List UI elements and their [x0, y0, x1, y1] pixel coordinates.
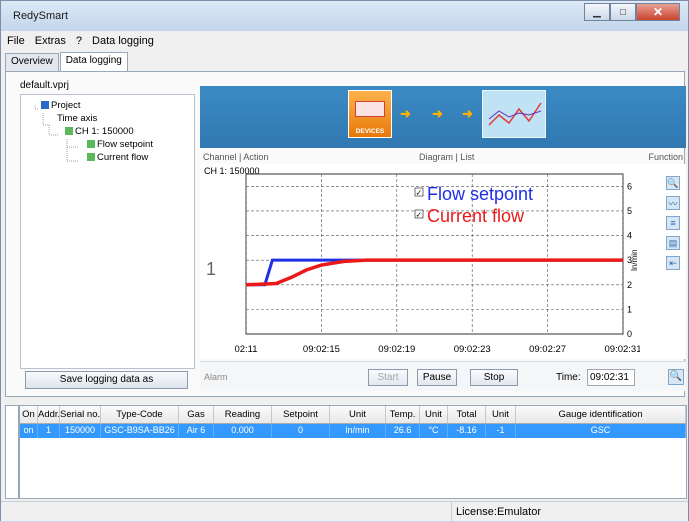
y-tick-label: 5: [627, 206, 632, 216]
column-header[interactable]: Total: [448, 406, 486, 423]
column-header[interactable]: Unit: [420, 406, 448, 423]
table-icon[interactable]: ▤: [666, 236, 680, 250]
chart-toolbar: 🔍 〰 ≡ ▤ ⇤: [666, 176, 682, 276]
menu-data-logging[interactable]: Data logging: [92, 33, 154, 49]
table-cell: GSC-B9SA-BB26: [101, 424, 179, 438]
table-cell: Air 6: [179, 424, 214, 438]
tab-data-logging[interactable]: Data logging: [59, 52, 128, 71]
list-icon[interactable]: ≡: [666, 216, 680, 230]
table-body: on 1 150000 GSC-B9SA-BB26 Air 6 0.000 0 ln/min 2…: [20, 424, 686, 438]
column-header[interactable]: Serial no.: [60, 406, 101, 423]
x-tick-label: 09:02:31: [605, 344, 640, 355]
menu-extras[interactable]: Extras: [35, 33, 66, 49]
main-window: RedySmart ▁ □ ✕ File Extras ? Data loggi…: [0, 0, 689, 522]
workflow-banner: DEVICES ➜ ➜ ➜: [200, 86, 686, 148]
arrow-right-icon: ➜: [462, 106, 473, 121]
column-header[interactable]: Unit: [330, 406, 386, 423]
chart-area: CH 1: 150000 1 02:11 09:02:15 09:02:19 09:0…: [200, 164, 686, 359]
project-file-name: default.vprj: [20, 80, 69, 91]
table-cell: GSC: [516, 424, 686, 438]
flow-chart: 02:11 09:02:15 09:02:19 09:02:23 09:02:27 09:…: [234, 173, 640, 355]
column-header[interactable]: Reading: [214, 406, 272, 423]
table-cell: 1: [38, 424, 60, 438]
column-header[interactable]: Gauge identification: [516, 406, 686, 423]
alarm-label: Alarm: [204, 372, 228, 382]
check-icon: ✓: [416, 189, 423, 198]
minimize-button[interactable]: ▁: [584, 3, 610, 21]
table-gutter: [5, 405, 19, 499]
x-tick-label: 09:02:27: [529, 344, 566, 355]
project-panel: default.vprj Project Time axis CH 1: 150…: [20, 80, 195, 373]
table-cell: 0: [272, 424, 330, 438]
column-header[interactable]: Gas: [179, 406, 214, 423]
control-bar: Alarm Start Pause Stop Time: 09:02:31 🔍: [200, 361, 686, 391]
chart-icon[interactable]: 〰: [666, 196, 680, 210]
y-tick-label: 4: [627, 231, 632, 241]
section-headers: Channel | Action Diagram | List Function: [203, 152, 685, 164]
channel-action-header: Channel | Action: [203, 152, 269, 162]
column-header[interactable]: Addr.: [38, 406, 60, 423]
legend-label: Current flow: [427, 206, 525, 226]
y-tick-label: 6: [627, 181, 632, 191]
table-cell: -1: [486, 424, 516, 438]
menu-bar: File Extras ? Data logging: [1, 33, 688, 49]
stop-button[interactable]: Stop: [470, 369, 518, 386]
diagram-list-header[interactable]: Diagram | List: [419, 152, 474, 162]
table-cell: 26.6: [386, 424, 420, 438]
tree-lines: [34, 105, 79, 162]
series-line-1: [245, 258, 623, 287]
close-button[interactable]: ✕: [636, 3, 680, 21]
column-header[interactable]: Temp.: [386, 406, 420, 423]
y-tick-label: 0: [627, 329, 632, 339]
x-tick-label: 09:02:19: [378, 344, 415, 355]
y-tick-label: 2: [627, 280, 632, 290]
table-cell: 150000: [60, 424, 101, 438]
license-status: License:Emulator: [451, 502, 541, 522]
column-header[interactable]: Setpoint: [272, 406, 330, 423]
table-cell: ln/min: [330, 424, 386, 438]
status-bar: License:Emulator: [1, 501, 688, 522]
legend-label: Flow setpoint: [427, 184, 533, 204]
tab-strip: Overview Data logging: [5, 52, 129, 71]
x-tick-label: 02:11: [234, 344, 257, 355]
zoom-search-icon[interactable]: 🔍: [668, 369, 684, 385]
window-title: RedySmart: [13, 10, 69, 22]
table-header: On Addr. Serial no. Type-Code Gas Reading Setp…: [20, 406, 686, 424]
y-tick-label: 1: [627, 304, 632, 314]
axis-icon[interactable]: ⇤: [666, 256, 680, 270]
project-tree: Project Time axis CH 1: 150000 Flow setp…: [20, 94, 195, 369]
time-value: 09:02:31: [587, 369, 635, 386]
device-table: On Addr. Serial no. Type-Code Gas Reading Setp…: [19, 405, 687, 499]
title-bar: RedySmart ▁ □ ✕: [1, 1, 688, 31]
menu-help[interactable]: ?: [76, 33, 82, 49]
devices-button[interactable]: DEVICES: [348, 90, 392, 138]
y-axis-label: ln/min: [630, 249, 639, 270]
table-cell: -8.16: [448, 424, 486, 438]
x-tick-label: 09:02:15: [303, 344, 340, 355]
diagram-icon: [488, 102, 542, 126]
time-label: Time:: [556, 372, 581, 383]
pause-button[interactable]: Pause: [417, 369, 457, 386]
column-header[interactable]: Type-Code: [101, 406, 179, 423]
device-icon: [355, 101, 385, 117]
save-logging-data-button[interactable]: Save logging data as: [25, 371, 188, 389]
diagram-button[interactable]: [482, 90, 546, 138]
column-header[interactable]: Unit: [486, 406, 516, 423]
table-cell: °C: [420, 424, 448, 438]
table-row[interactable]: on 1 150000 GSC-B9SA-BB26 Air 6 0.000 0 ln/min 2…: [20, 424, 686, 438]
maximize-button[interactable]: □: [610, 3, 636, 21]
column-header[interactable]: On: [20, 406, 38, 423]
arrow-right-icon: ➜: [432, 106, 443, 121]
zoom-icon[interactable]: 🔍: [666, 176, 680, 190]
table-cell: 0.000: [214, 424, 272, 438]
start-button[interactable]: Start: [368, 369, 408, 386]
tab-overview[interactable]: Overview: [5, 53, 59, 71]
function-header: Function: [648, 152, 683, 162]
check-icon: ✓: [416, 211, 423, 220]
arrow-right-icon: ➜: [400, 106, 411, 121]
menu-file[interactable]: File: [7, 33, 25, 49]
x-tick-label: 09:02:23: [454, 344, 491, 355]
table-cell: on: [20, 424, 38, 438]
